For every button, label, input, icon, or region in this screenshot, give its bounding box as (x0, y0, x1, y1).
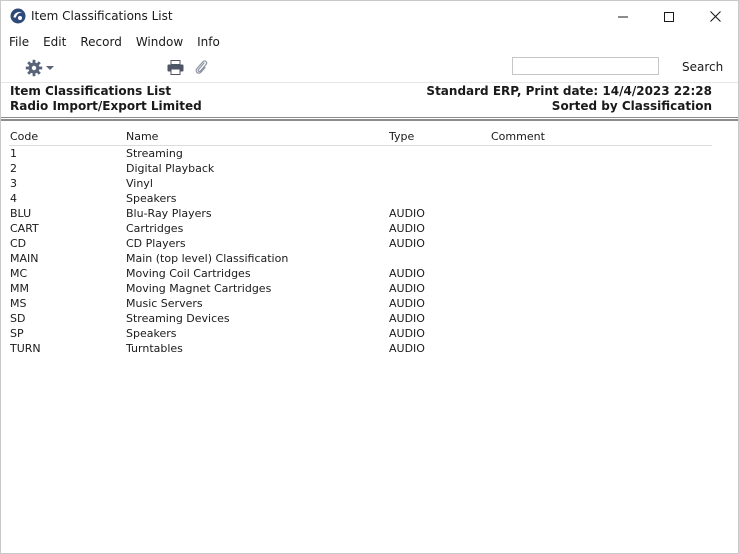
table-header: Code Name Type Comment (9, 129, 712, 146)
menu-bar: File Edit Record Window Info (1, 32, 738, 52)
column-header-type: Type (389, 130, 415, 143)
paperclip-icon[interactable] (194, 59, 208, 76)
report-header: Item Classifications List Radio Import/E… (1, 83, 738, 121)
cell-code: 4 (10, 192, 17, 205)
column-header-code: Code (10, 130, 39, 143)
cell-name: Cartridges (126, 222, 184, 235)
cell-name: Turntables (126, 342, 183, 355)
menu-file[interactable]: File (9, 35, 29, 49)
cell-code: CART (10, 222, 39, 235)
minimize-icon (618, 16, 628, 17)
cell-name: Moving Coil Cartridges (126, 267, 251, 280)
print-info: Standard ERP, Print date: 14/4/2023 22:2… (426, 84, 712, 98)
app-icon (10, 8, 26, 24)
close-button[interactable] (692, 1, 738, 32)
table-row[interactable]: 2 Digital Playback (9, 161, 712, 176)
table-row[interactable]: MM Moving Magnet Cartridges AUDIO (9, 281, 712, 296)
table-row[interactable]: 3 Vinyl (9, 176, 712, 191)
cell-code: SP (10, 327, 24, 340)
report-title: Item Classifications List (10, 84, 172, 98)
table-row[interactable]: TURN Turntables AUDIO (9, 341, 712, 356)
header-divider (1, 117, 738, 118)
table-row[interactable]: 4 Speakers (9, 191, 712, 206)
menu-edit[interactable]: Edit (43, 35, 66, 49)
table-row[interactable]: MS Music Servers AUDIO (9, 296, 712, 311)
table-row[interactable]: 1 Streaming (9, 146, 712, 161)
table-row[interactable]: SD Streaming Devices AUDIO (9, 311, 712, 326)
cell-name: Main (top level) Classification (126, 252, 289, 265)
table-body: 1 Streaming 2 Digital Playback 3 Vinyl 4 Speake… (1, 146, 738, 356)
chevron-down-icon[interactable] (46, 66, 54, 70)
cell-name: Digital Playback (126, 162, 215, 175)
cell-code: BLU (10, 207, 32, 220)
cell-name: Moving Magnet Cartridges (126, 282, 272, 295)
cell-name: Streaming Devices (126, 312, 230, 325)
table-row[interactable]: CD CD Players AUDIO (9, 236, 712, 251)
column-header-name: Name (126, 130, 159, 143)
cell-name: Vinyl (126, 177, 153, 190)
cell-name: Blu-Ray Players (126, 207, 212, 220)
search-input[interactable] (512, 57, 659, 75)
cell-type: AUDIO (389, 282, 425, 295)
cell-code: MAIN (10, 252, 39, 265)
cell-type: AUDIO (389, 312, 425, 325)
cell-type: AUDIO (389, 297, 425, 310)
cell-type: AUDIO (389, 342, 425, 355)
minimize-button[interactable] (600, 1, 646, 32)
search-button[interactable]: Search (682, 60, 723, 74)
maximize-icon (664, 11, 674, 22)
cell-type: AUDIO (389, 327, 425, 340)
sort-info: Sorted by Classification (551, 99, 712, 113)
cell-code: MS (10, 297, 27, 310)
cell-type: AUDIO (389, 237, 425, 250)
cell-code: 1 (10, 147, 17, 160)
window: Item Classifications List File Edit Reco… (0, 0, 739, 554)
cell-code: TURN (10, 342, 41, 355)
title-bar: Item Classifications List (1, 1, 738, 32)
toolbar: Search (1, 52, 738, 83)
menu-info[interactable]: Info (197, 35, 220, 49)
report-table: Code Name Type Comment 1 Streaming 2 Digita… (1, 129, 738, 356)
menu-record[interactable]: Record (80, 35, 121, 49)
print-icon[interactable] (167, 60, 184, 75)
cell-name: Music Servers (126, 297, 203, 310)
close-icon (709, 11, 721, 22)
table-row[interactable]: CART Cartridges AUDIO (9, 221, 712, 236)
table-row[interactable]: BLU Blu-Ray Players AUDIO (9, 206, 712, 221)
gear-icon[interactable] (25, 59, 43, 77)
header-divider-thick (1, 119, 738, 121)
maximize-button[interactable] (646, 1, 692, 32)
cell-type: AUDIO (389, 267, 425, 280)
window-title: Item Classifications List (31, 9, 173, 23)
menu-window[interactable]: Window (136, 35, 183, 49)
table-row[interactable]: MC Moving Coil Cartridges AUDIO (9, 266, 712, 281)
cell-code: CD (10, 237, 27, 250)
table-row[interactable]: MAIN Main (top level) Classification (9, 251, 712, 266)
cell-code: SD (10, 312, 26, 325)
cell-type: AUDIO (389, 207, 425, 220)
cell-code: MM (10, 282, 29, 295)
cell-name: CD Players (126, 237, 186, 250)
cell-name: Streaming (126, 147, 183, 160)
cell-code: 3 (10, 177, 17, 190)
column-header-comment: Comment (491, 130, 545, 143)
cell-type: AUDIO (389, 222, 425, 235)
table-row[interactable]: SP Speakers AUDIO (9, 326, 712, 341)
cell-code: 2 (10, 162, 17, 175)
cell-code: MC (10, 267, 28, 280)
cell-name: Speakers (126, 327, 177, 340)
company-name: Radio Import/Export Limited (10, 99, 202, 113)
cell-name: Speakers (126, 192, 177, 205)
